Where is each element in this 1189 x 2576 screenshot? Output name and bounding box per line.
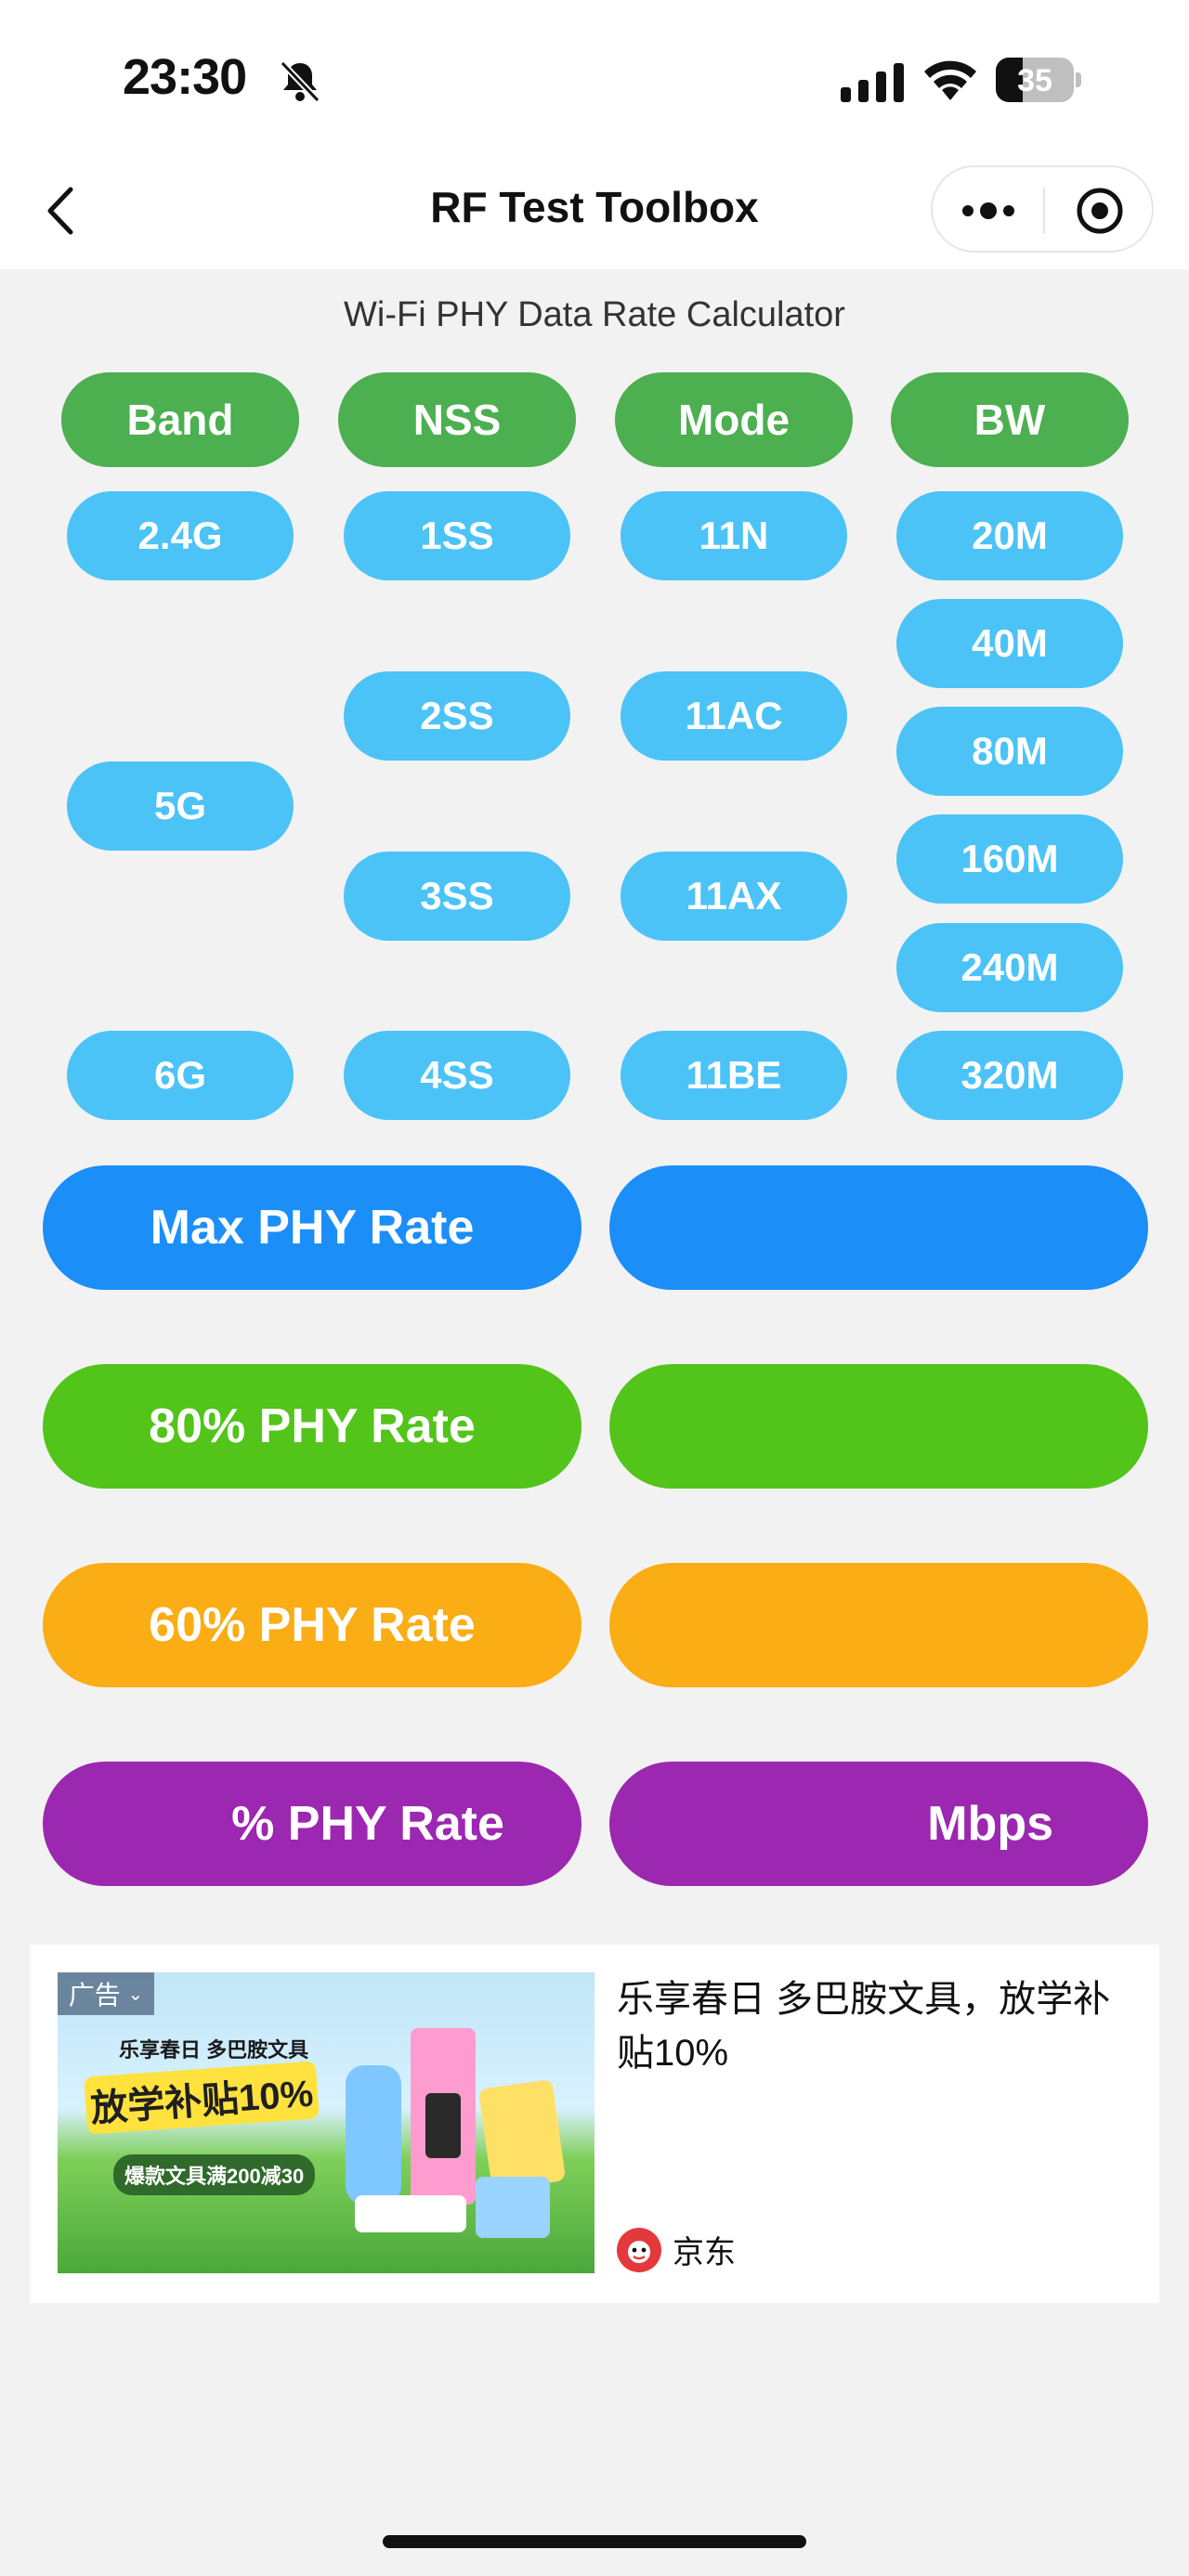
- ad-image-badge: 放学补贴10%: [84, 2061, 320, 2135]
- ad-image-promo: 爆款文具满200减30: [113, 2154, 316, 2195]
- ad-image-headline: 乐享春日 多巴胺文具: [119, 2038, 309, 2062]
- max-phy-rate-label: Max PHY Rate: [43, 1165, 581, 1290]
- more-dots-icon[interactable]: [951, 183, 1026, 239]
- p60-phy-rate-value: [609, 1563, 1148, 1687]
- status-time: 23:30: [123, 49, 247, 105]
- wifi-icon: [924, 60, 976, 100]
- nss-option-1ss[interactable]: 1SS: [344, 491, 570, 580]
- band-option-5g[interactable]: 5G: [67, 761, 294, 851]
- mode-option-11n[interactable]: 11N: [621, 491, 847, 580]
- mode-option-11ac[interactable]: 11AC: [621, 671, 847, 761]
- ad-image[interactable]: 广告 ⌄ 乐享春日 多巴胺文具 放学补贴10% 爆款文具满200减30: [58, 1972, 594, 2273]
- battery-level: 35: [1017, 63, 1052, 98]
- bw-option-80m[interactable]: 80M: [896, 707, 1123, 796]
- ad-card[interactable]: 广告 ⌄ 乐享春日 多巴胺文具 放学补贴10% 爆款文具满200减30 乐享春日…: [30, 1945, 1159, 2303]
- home-indicator[interactable]: [383, 2535, 806, 2548]
- mode-option-11ax[interactable]: 11AX: [621, 852, 847, 941]
- p80-phy-rate-value: [609, 1364, 1148, 1489]
- close-target-icon[interactable]: [1063, 183, 1137, 239]
- top-bar: 23:30 35 RF Test Toolbox: [0, 0, 1189, 269]
- jd-logo-icon: [617, 2227, 661, 2272]
- ad-tag[interactable]: 广告 ⌄: [58, 1972, 154, 2015]
- band-option-6g[interactable]: 6G: [67, 1031, 294, 1120]
- header-nss: NSS: [338, 372, 576, 467]
- calculator-subtitle: Wi-Fi PHY Data Rate Calculator: [344, 295, 845, 334]
- ad-tag-label: 广告: [68, 1981, 121, 2010]
- ad-brand-name: 京东: [673, 2235, 736, 2270]
- header-bw: BW: [891, 372, 1129, 467]
- cellular-signal-icon: [841, 63, 904, 102]
- custom-percent-phy-rate-label[interactable]: % PHY Rate: [43, 1762, 581, 1886]
- header-band: Band: [61, 372, 299, 467]
- nss-option-4ss[interactable]: 4SS: [344, 1031, 570, 1120]
- bw-option-20m[interactable]: 20M: [896, 491, 1123, 580]
- p80-phy-rate-label: 80% PHY Rate: [43, 1364, 581, 1489]
- p60-phy-rate-label: 60% PHY Rate: [43, 1563, 581, 1687]
- bw-option-240m[interactable]: 240M: [896, 923, 1123, 1012]
- chevron-down-icon: ⌄: [127, 1984, 144, 2005]
- bw-option-320m[interactable]: 320M: [896, 1031, 1123, 1120]
- mini-program-capsule: [931, 165, 1154, 253]
- stationery-products-illustration: [346, 2028, 565, 2238]
- header-mode: Mode: [615, 372, 853, 467]
- bw-option-160m[interactable]: 160M: [896, 814, 1123, 904]
- mode-option-11be[interactable]: 11BE: [621, 1031, 847, 1120]
- bell-muted-icon: [280, 60, 320, 103]
- battery-icon: 35: [996, 58, 1081, 102]
- bw-option-40m[interactable]: 40M: [896, 599, 1123, 688]
- ad-title[interactable]: 乐享春日 多巴胺文具，放学补贴10%: [617, 1972, 1137, 2080]
- ad-brand[interactable]: 京东: [617, 2227, 736, 2272]
- band-option-2-4g[interactable]: 2.4G: [67, 491, 294, 580]
- custom-phy-rate-value: Mbps: [609, 1762, 1148, 1886]
- nss-option-3ss[interactable]: 3SS: [344, 852, 570, 941]
- max-phy-rate-value: [609, 1165, 1148, 1290]
- nss-option-2ss[interactable]: 2SS: [344, 671, 570, 761]
